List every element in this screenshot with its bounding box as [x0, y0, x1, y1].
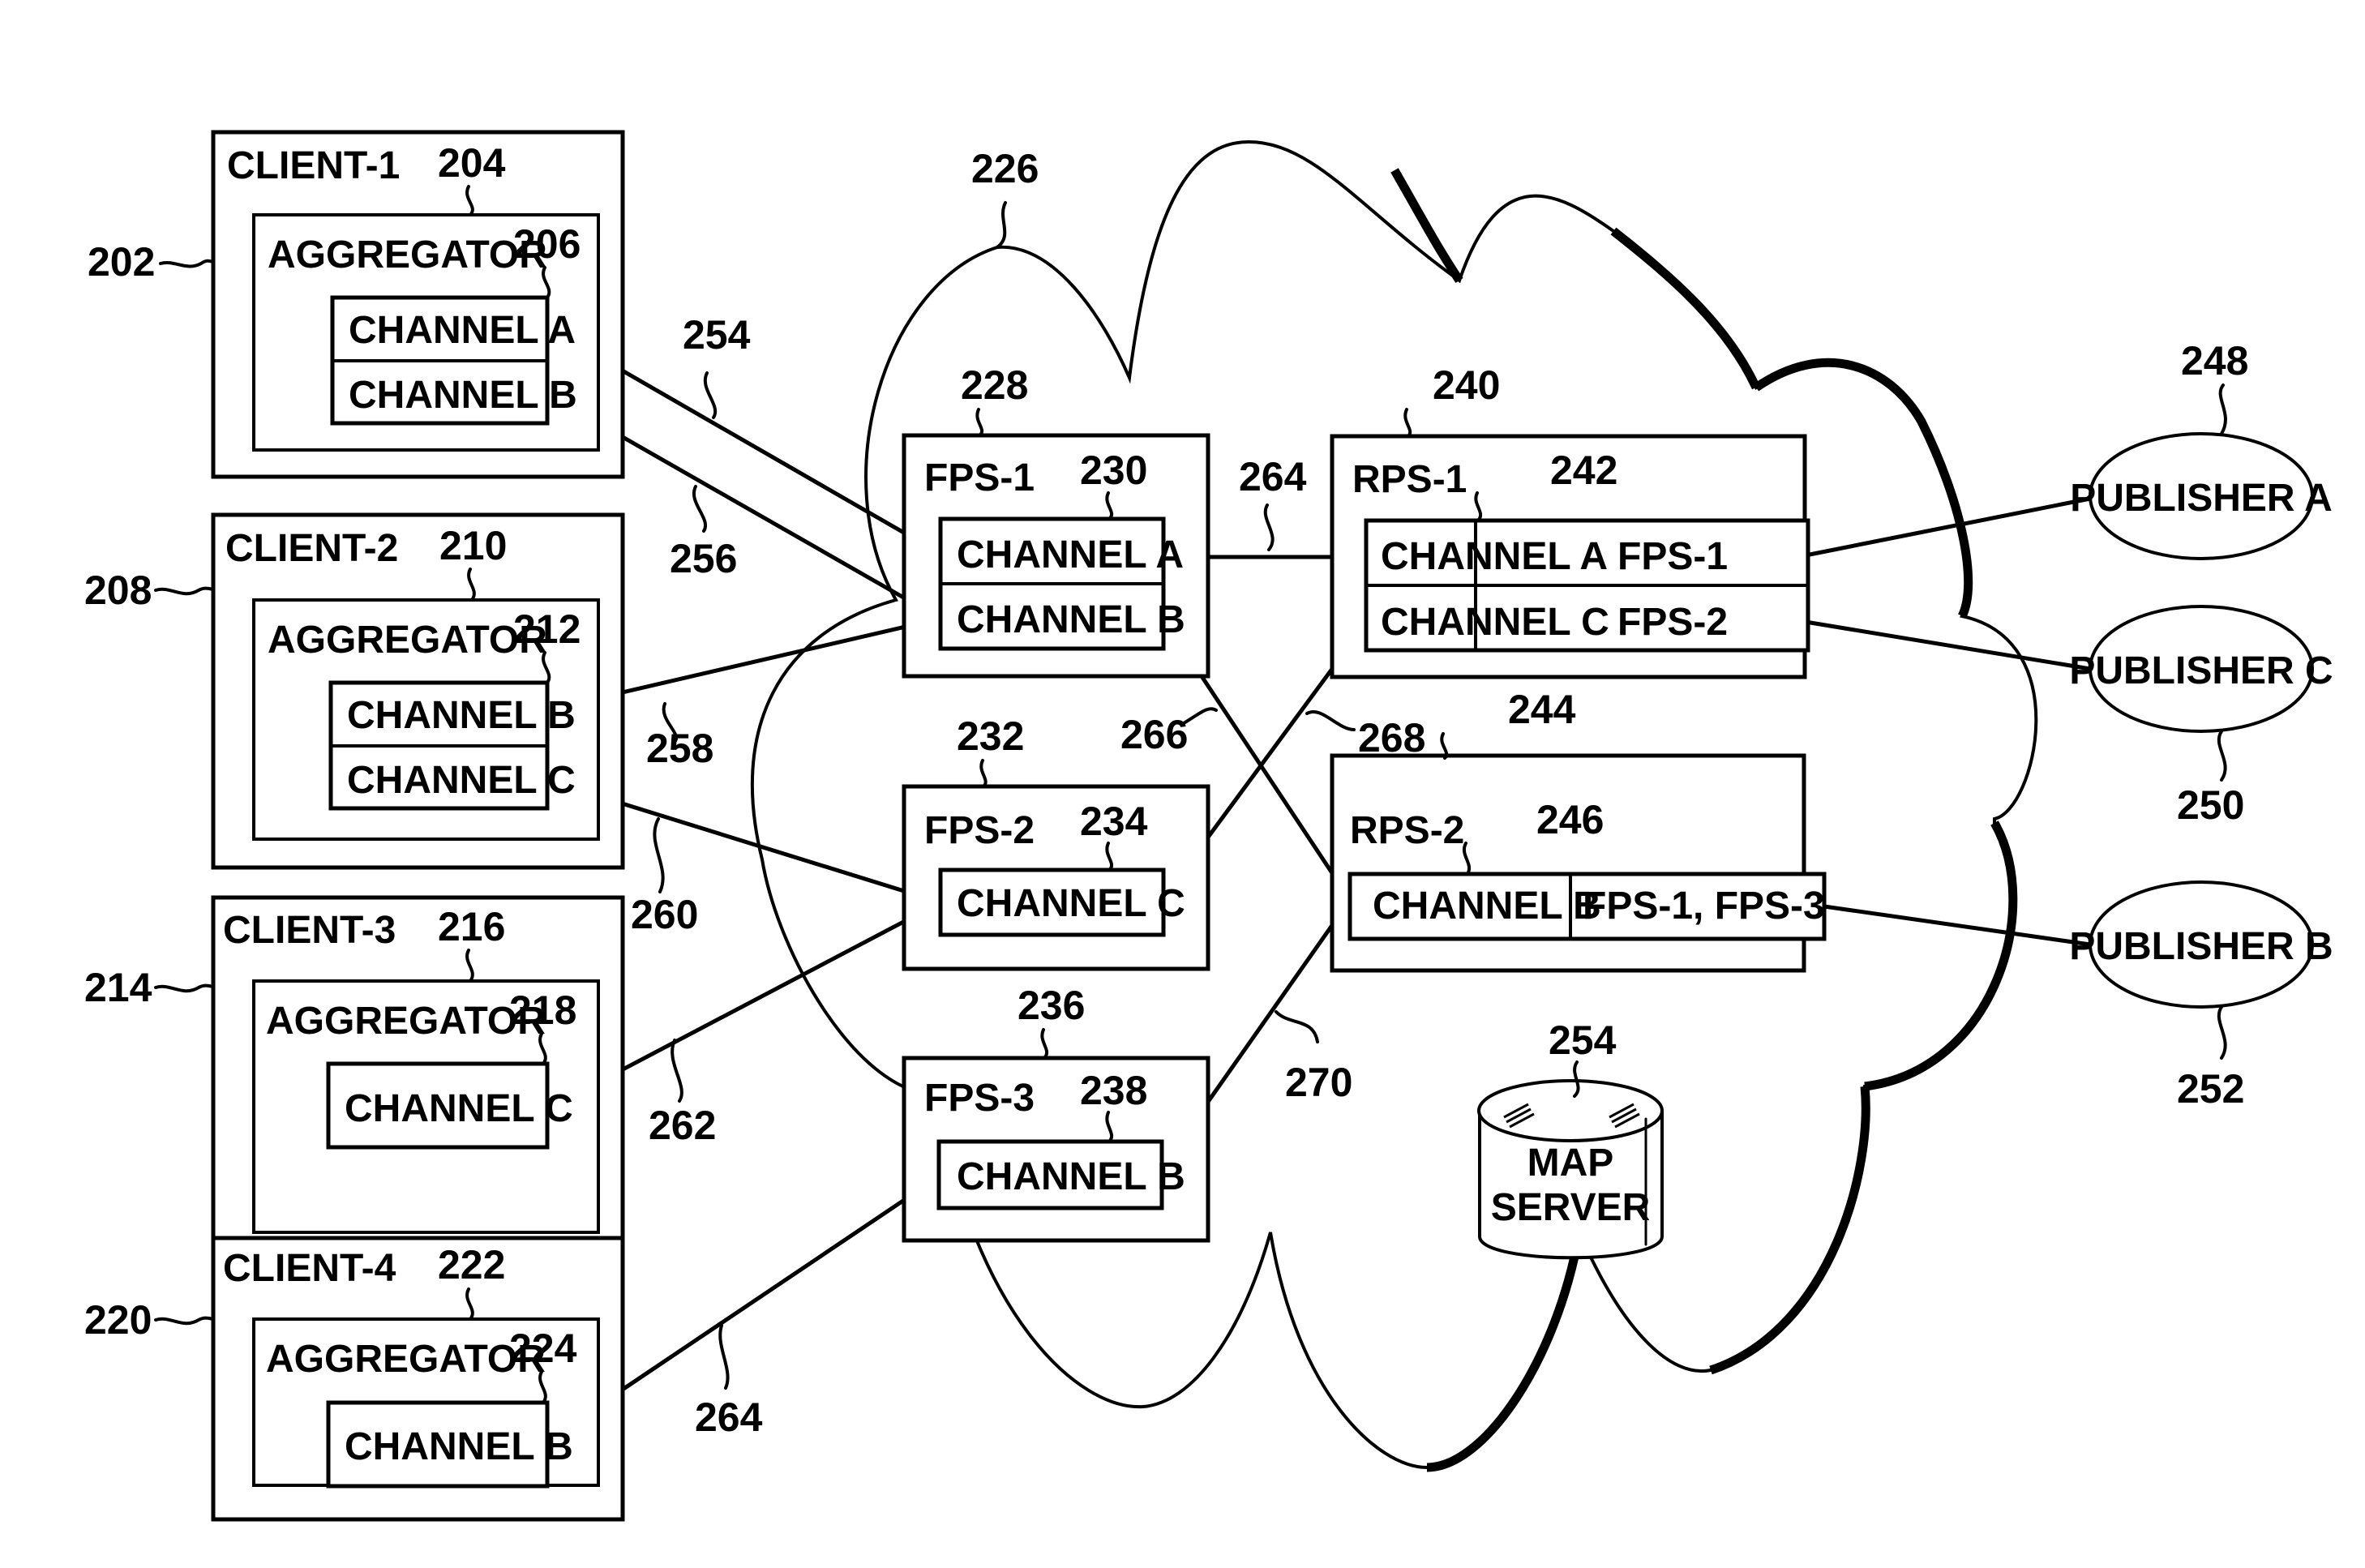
channels-ref: 230	[1080, 448, 1147, 493]
client-2: CLIENT-2 210 AGGREGATOR 212 CHANNEL B CH…	[84, 512, 625, 870]
client-name: CLIENT-3	[223, 909, 396, 952]
fps-3: 236 FPS-3 238 CHANNEL B	[902, 983, 1210, 1243]
rps-1: 240 RPS-1 242 CHANNEL A FPS-1 CHANNEL C …	[1330, 362, 1810, 679]
map-server: MAP SERVER 254	[1477, 1017, 1664, 1260]
channel-item: CHANNEL B	[957, 598, 1185, 641]
publisher-ref: 250	[2177, 782, 2244, 828]
fps-ref: 232	[957, 713, 1024, 759]
table-ref: 246	[1536, 797, 1604, 842]
map-server-label: MAP	[1527, 1142, 1614, 1185]
link-rps2-pubB	[1822, 904, 2093, 947]
client-ref: 214	[84, 965, 152, 1010]
publisher-name: PUBLISHER C	[2069, 649, 2333, 692]
link-ref-266: 266	[1120, 712, 1188, 757]
channel-item: CHANNEL A	[957, 533, 1184, 576]
fps-ref: 228	[961, 362, 1028, 408]
channels-ref: 206	[513, 221, 581, 267]
publisher-name: PUBLISHER B	[2069, 925, 2333, 968]
network-diagram: 226 254 256 258 260 262 264 264 266 268 …	[84, 130, 2333, 1522]
table-ref: 242	[1550, 448, 1617, 493]
row-channel: CHANNEL A	[1381, 535, 1608, 578]
channel-item: CHANNEL B	[347, 694, 576, 737]
fps-ref: 236	[1018, 983, 1085, 1028]
channel-item: CHANNEL B	[349, 374, 577, 417]
row-channel: CHANNEL C	[1381, 601, 1609, 644]
channel-item: CHANNEL B	[957, 1155, 1185, 1198]
cloud-ref-leader	[996, 201, 1007, 249]
link-rps1-pubC	[1803, 619, 2093, 671]
row-fps: FPS-2	[1617, 601, 1728, 644]
connections	[546, 326, 2093, 1442]
aggregator-ref: 210	[439, 523, 507, 568]
map-server-label: SERVER	[1491, 1186, 1651, 1229]
map-server-ref: 254	[1549, 1017, 1617, 1063]
row-fps: FPS-1, FPS-3	[1583, 885, 1825, 928]
channels-ref: 212	[513, 606, 581, 652]
publisher-c: PUBLISHER C 250	[2069, 605, 2333, 828]
routing-row: CHANNEL A FPS-1	[1381, 535, 1728, 578]
channel-item: CHANNEL A	[349, 309, 576, 352]
cloud-ref: 226	[971, 146, 1039, 191]
routing-row: CHANNEL B FPS-1, FPS-3	[1373, 885, 1825, 928]
link-ref-264-client4: 264	[695, 1394, 763, 1440]
publisher-name: PUBLISHER A	[2070, 477, 2333, 520]
channel-item: CHANNEL C	[957, 882, 1185, 925]
client-3: CLIENT-3 216 AGGREGATOR 218 CHANNEL C 21…	[84, 895, 625, 1273]
link-ref-264-fps1: 264	[1239, 454, 1307, 499]
channels-ref: 218	[509, 987, 576, 1033]
link-ref-254: 254	[683, 312, 751, 358]
client-name: CLIENT-4	[223, 1247, 396, 1290]
aggregator-ref: 204	[438, 140, 506, 186]
link-ref-256: 256	[670, 536, 737, 581]
link-ref-260: 260	[631, 892, 698, 937]
rps-ref: 244	[1508, 687, 1576, 732]
aggregator-label: AGGREGATOR	[266, 1338, 546, 1381]
client-ref: 220	[84, 1297, 152, 1343]
rps-name: RPS-2	[1350, 809, 1464, 852]
aggregator-ref: 216	[438, 904, 505, 949]
channel-item: CHANNEL B	[345, 1425, 573, 1468]
channels-ref: 224	[509, 1326, 577, 1371]
client-ref: 202	[88, 239, 155, 285]
client-name: CLIENT-1	[227, 144, 400, 187]
channel-item: CHANNEL C	[347, 759, 576, 802]
rps-name: RPS-1	[1352, 458, 1467, 501]
row-fps: FPS-1	[1617, 535, 1728, 578]
channels-ref: 238	[1080, 1068, 1147, 1113]
link-ref-262: 262	[649, 1103, 716, 1148]
publisher-ref: 252	[2177, 1066, 2244, 1112]
aggregator-label: AGGREGATOR	[268, 619, 547, 662]
channels-ref: 234	[1080, 799, 1148, 844]
publisher-a: PUBLISHER A 248	[2070, 338, 2333, 560]
client-ref: 208	[84, 568, 152, 613]
link-ref-258: 258	[646, 726, 713, 771]
channel-item: CHANNEL C	[345, 1087, 573, 1130]
fps-name: FPS-2	[924, 809, 1035, 852]
fps-name: FPS-3	[924, 1077, 1035, 1120]
client-1: CLIENT-1 204 AGGREGATOR 206 CHANNEL A CH…	[88, 130, 625, 479]
link-rps1-pubA	[1803, 496, 2093, 558]
fps-name: FPS-1	[924, 456, 1035, 499]
row-channel: CHANNEL B	[1373, 885, 1601, 928]
client-4: CLIENT-4 222 AGGREGATOR 224 CHANNEL B 22…	[84, 1236, 625, 1522]
routing-row: CHANNEL C FPS-2	[1381, 601, 1728, 644]
aggregator-label: AGGREGATOR	[266, 1000, 546, 1043]
publisher-b: PUBLISHER B 252	[2069, 880, 2333, 1112]
fps-1: 228 FPS-1 230 CHANNEL A CHANNEL B	[902, 362, 1210, 679]
rps-ref: 240	[1433, 362, 1500, 408]
aggregator-ref: 222	[438, 1242, 505, 1287]
link-ref-270: 270	[1285, 1060, 1352, 1105]
client-name: CLIENT-2	[225, 527, 398, 570]
aggregator-label: AGGREGATOR	[268, 233, 547, 276]
publisher-ref: 248	[2181, 338, 2248, 383]
